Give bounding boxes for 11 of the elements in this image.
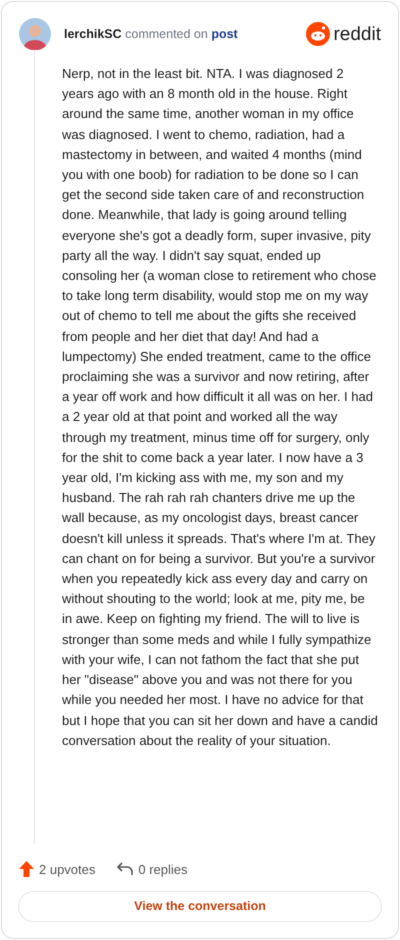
comment-header: lerchikSC commented on post: [64, 26, 238, 43]
reply-icon[interactable]: [117, 862, 134, 876]
logo-icon: [306, 22, 330, 46]
avatar-icon: [19, 18, 51, 50]
post-link[interactable]: post: [211, 26, 238, 41]
comment-body: Nerp, not in the least bit. NTA. I was diagnosed 2 years ago with an 8 month old in the house. Right around the same time, another woman in my office was diagnosed. I went to chemo, radiation, had a mastectomy in between, and waited 4 months (mind you with one boob) for radiation to be done so I can get the second side taken care of and reconstruction done. Meanwhile, that lady is going around telling everyone she's got a deadly form, super invasive, pity party all the way. I didn't say squat, ended up consoling her (a woman close to retirement who chose to take long term disability, would stop me on my way out of chemo to tell me about the gifts she received from people and her diet that day! And had a lumpectomy) She ended treatment, came to the office proclaiming she was a survivor and now retiring, after a year off work and how difficult it all was on her. I had a 2 year old at that point and worked all the way through my treatment, minus time off for surgery, only for the shit to come back a year later. I now have a 3 year old, I'm kicking ass with me, my son and my husband. The rah rah rah chanters drive me up the wall because, as my oncologist days, breast cancer doesn't kill unless it spreads. That's where I'm at. They can chant on for being a survivor. But you're a survivor when you repeatedly kick ass every day and carry on without shouting to the world; look at me, pity me, be in awe. Keep on fighting my friend. The will to live is stronger than some meds and while I fully sympathize with your wife, I can not fathom the fact that she put her "disease" above you and was not there for you while you needed her most. I have no advice for that but I hope that you can sit her down and have a candid conversation about the reality of your situation.: [61, 65, 379, 750]
view-conversation-button[interactable]: View the conversation: [18, 891, 382, 922]
upvote-icon[interactable]: [19, 861, 34, 878]
brand-name: reddit: [333, 24, 381, 44]
reply-count: 0 replies: [138, 860, 188, 879]
upvote-count: 2 upvotes: [39, 860, 96, 879]
